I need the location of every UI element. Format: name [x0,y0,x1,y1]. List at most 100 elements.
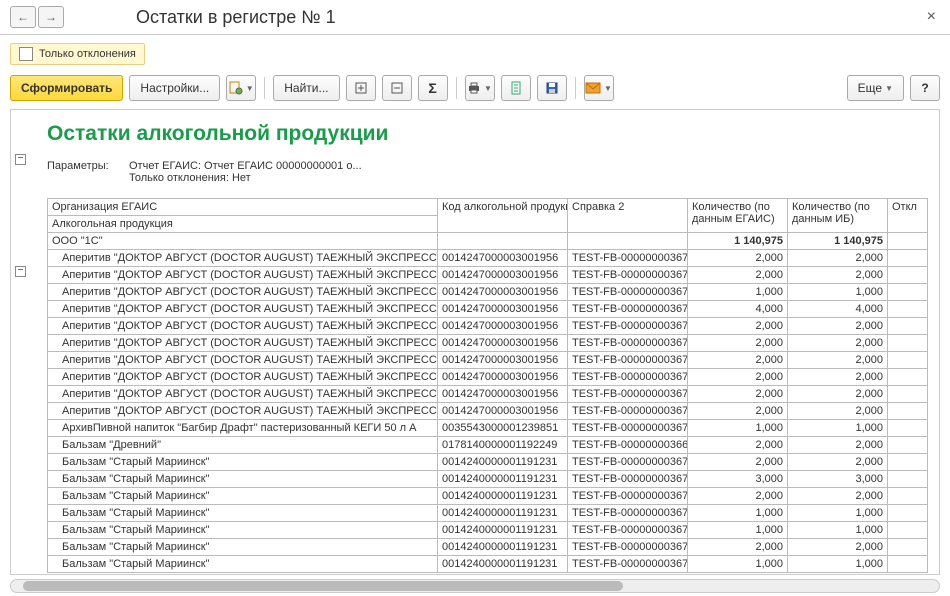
table-row[interactable]: Аперитив "ДОКТОР АВГУСТ (DOCTOR AUGUST) … [48,369,928,386]
report-table: Организация ЕГАИС Код алкогольной продук… [47,198,928,573]
table-row[interactable]: Аперитив "ДОКТОР АВГУСТ (DOCTOR AUGUST) … [48,335,928,352]
table-row[interactable]: Аперитив "ДОКТОР АВГУСТ (DOCTOR AUGUST) … [48,284,928,301]
cell-qty-egais: 1,000 [688,420,788,437]
table-row[interactable]: Аперитив "ДОКТОР АВГУСТ (DOCTOR AUGUST) … [48,318,928,335]
cell-product: Бальзам "Старый Мариинск" [48,488,438,505]
params-label: Параметры: [47,160,129,184]
report-parameters: Параметры: Отчет ЕГАИС: Отчет ЕГАИС 0000… [47,160,935,184]
cell-qty-egais: 1,000 [688,284,788,301]
chevron-down-icon: ▼ [484,84,492,93]
more-button[interactable]: Еще▼ [847,75,904,101]
table-row[interactable]: Аперитив "ДОКТОР АВГУСТ (DOCTOR AUGUST) … [48,403,928,420]
table-row[interactable]: Бальзам "Старый Мариинск"001424000000119… [48,556,928,573]
chevron-down-icon: ▼ [885,84,893,93]
cell-code: 0014240000001191231 [438,454,568,471]
cell-qty-egais: 2,000 [688,488,788,505]
table-row[interactable]: Аперитив "ДОКТОР АВГУСТ (DOCTOR AUGUST) … [48,301,928,318]
cell-dev [888,488,928,505]
cell-dev [888,335,928,352]
separator [264,77,265,99]
cell-qty-egais: 2,000 [688,352,788,369]
collapse-button[interactable] [382,75,412,101]
horizontal-scrollbar[interactable] [10,579,940,593]
cell-dev [888,250,928,267]
table-row[interactable]: АрхивПивной напиток "Багбир Драфт" пасте… [48,420,928,437]
cell-product: Аперитив "ДОКТОР АВГУСТ (DOCTOR AUGUST) … [48,403,438,420]
expand-icon [354,81,368,95]
sum-button[interactable]: Σ [418,75,448,101]
expand-button[interactable] [346,75,376,101]
cell-qty-egais: 2,000 [688,369,788,386]
cell-code: 0178140000001192249 [438,437,568,454]
separator [456,77,457,99]
table-row[interactable]: Бальзам "Древний"0178140000001192249TEST… [48,437,928,454]
settings-variant-button[interactable]: ▼ [226,75,256,101]
cell-qty-ib: 2,000 [788,403,888,420]
group-qty-ib: 1 140,975 [788,233,888,250]
nav-back-button[interactable]: ← [10,6,36,28]
params-line: Только отклонения: Нет [129,172,362,184]
collapse-node-icon[interactable]: − [15,266,26,277]
document-button[interactable] [501,75,531,101]
scrollbar-thumb[interactable] [23,581,623,591]
help-button[interactable]: ? [910,75,940,101]
collapse-node-icon[interactable]: − [15,154,26,165]
print-button[interactable]: ▼ [465,75,495,101]
printer-icon [467,81,481,95]
th-qty-ib: Количество (по данным ИБ) [788,199,888,233]
cell-dev [888,437,928,454]
cell-ref: TEST-FB-000000003676 [568,420,688,437]
cell-qty-egais: 2,000 [688,454,788,471]
cell-qty-ib: 1,000 [788,420,888,437]
cell-ref: TEST-FB-000000003671 [568,471,688,488]
close-icon[interactable]: × [923,8,940,26]
form-button[interactable]: Сформировать [10,75,123,101]
cell-qty-ib: 4,000 [788,301,888,318]
table-row[interactable]: Бальзам "Старый Мариинск"001424000000119… [48,454,928,471]
table-row[interactable]: Бальзам "Старый Мариинск"001424000000119… [48,522,928,539]
cell-qty-egais: 2,000 [688,539,788,556]
cell-ref: TEST-FB-000000003671 [568,505,688,522]
cell-qty-egais: 2,000 [688,318,788,335]
table-row[interactable]: Аперитив "ДОКТОР АВГУСТ (DOCTOR AUGUST) … [48,352,928,369]
mail-button[interactable]: ▼ [584,75,614,101]
deviations-only-checkbox[interactable]: Только отклонения [10,43,145,65]
table-row[interactable]: Аперитив "ДОКТОР АВГУСТ (DOCTOR AUGUST) … [48,386,928,403]
table-row[interactable]: Бальзам "Старый Мариинск"001424000000119… [48,471,928,488]
cell-ref: TEST-FB-000000003671 [568,539,688,556]
document-icon [509,81,523,95]
nav-forward-button[interactable]: → [38,6,64,28]
cell-qty-egais: 2,000 [688,437,788,454]
cell-qty-ib: 1,000 [788,505,888,522]
cell-ref: TEST-FB-000000003671 [568,335,688,352]
cell-dev [888,539,928,556]
cell-qty-egais: 2,000 [688,267,788,284]
th-dev: Откл [888,199,928,233]
cell-qty-egais: 2,000 [688,403,788,420]
group-name: ООО "1С" [48,233,438,250]
table-row[interactable]: Бальзам "Старый Мариинск"001424000000119… [48,488,928,505]
cell-code: 0014247000003001956 [438,386,568,403]
cell-ref: TEST-FB-000000003671 [568,386,688,403]
cell-dev [888,386,928,403]
cell-product: Аперитив "ДОКТОР АВГУСТ (DOCTOR AUGUST) … [48,352,438,369]
save-button[interactable] [537,75,567,101]
find-button[interactable]: Найти... [273,75,339,101]
cell-code: 0014240000001191231 [438,522,568,539]
cell-ref: TEST-FB-000000003671 [568,369,688,386]
cell-qty-egais: 4,000 [688,301,788,318]
chevron-down-icon: ▼ [604,84,612,93]
report-area[interactable]: − − Остатки алкогольной продукции Параме… [10,109,940,575]
cell-qty-egais: 1,000 [688,556,788,573]
cell-qty-ib: 2,000 [788,437,888,454]
cell-code: 0014247000003001956 [438,403,568,420]
table-row[interactable]: Бальзам "Старый Мариинск"001424000000119… [48,539,928,556]
table-row[interactable]: Аперитив "ДОКТОР АВГУСТ (DOCTOR AUGUST) … [48,250,928,267]
cell-product: Аперитив "ДОКТОР АВГУСТ (DOCTOR AUGUST) … [48,369,438,386]
table-row[interactable]: Бальзам "Старый Мариинск"001424000000119… [48,505,928,522]
cell-qty-ib: 2,000 [788,488,888,505]
group-row[interactable]: ООО "1С" 1 140,975 1 140,975 [48,233,928,250]
settings-button[interactable]: Настройки... [129,75,220,101]
table-row[interactable]: Аперитив "ДОКТОР АВГУСТ (DOCTOR AUGUST) … [48,267,928,284]
cell-code: 0014247000003001956 [438,301,568,318]
